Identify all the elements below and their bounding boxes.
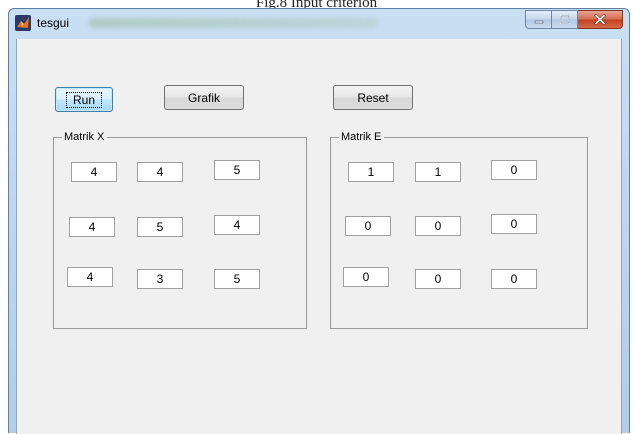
matrix-x-cell-1-1[interactable] bbox=[71, 162, 117, 182]
run-button-label: Run bbox=[65, 91, 103, 108]
close-icon bbox=[594, 14, 606, 25]
window-controls bbox=[525, 10, 623, 30]
matrix-x-cell-1-3[interactable] bbox=[214, 160, 260, 180]
matrix-x-cell-2-2[interactable] bbox=[137, 217, 183, 237]
minimize-button[interactable] bbox=[525, 10, 552, 29]
app-window: tesgui Run Grafik Reset Matrik X 4 4 5 4… bbox=[8, 8, 630, 434]
matrix-e-cell-1-1[interactable] bbox=[348, 162, 394, 182]
matrix-e-panel: Matrik E bbox=[330, 130, 588, 329]
reset-button[interactable]: Reset bbox=[333, 85, 413, 110]
window-title: tesgui bbox=[37, 16, 70, 30]
matrix-e-cell-3-1[interactable] bbox=[343, 267, 389, 287]
grafik-button[interactable]: Grafik bbox=[164, 85, 244, 110]
maximize-button[interactable] bbox=[552, 10, 578, 29]
run-button[interactable]: Run bbox=[55, 87, 113, 112]
matrix-x-title: Matrik X bbox=[62, 130, 108, 144]
matrix-x-cell-3-2[interactable] bbox=[137, 269, 183, 289]
matrix-x-cell-3-3[interactable] bbox=[214, 269, 260, 289]
matrix-e-cell-2-2[interactable] bbox=[415, 216, 461, 236]
matrix-e-cell-2-3[interactable] bbox=[491, 214, 537, 234]
maximize-icon bbox=[559, 15, 570, 24]
matrix-e-cell-1-2[interactable] bbox=[415, 162, 461, 182]
matrix-x-cell-2-3[interactable] bbox=[214, 215, 260, 235]
minimize-icon bbox=[534, 20, 543, 23]
matrix-e-cell-3-3[interactable] bbox=[491, 269, 537, 289]
blurred-path bbox=[89, 18, 379, 28]
matrix-e-cell-2-1[interactable] bbox=[345, 216, 391, 236]
figure-client-area: Run Grafik Reset Matrik X Matrik E bbox=[16, 39, 622, 434]
matrix-e-title: Matrik E bbox=[339, 130, 385, 144]
matrix-x-panel: Matrik X bbox=[53, 130, 307, 329]
matrix-e-cell-3-2[interactable] bbox=[415, 269, 461, 289]
matrix-e-cell-1-3[interactable] bbox=[491, 160, 537, 180]
matrix-x-cell-2-1[interactable] bbox=[69, 217, 115, 237]
matrix-x-cell-1-2[interactable] bbox=[137, 162, 183, 182]
matrix-x-cell-3-1[interactable] bbox=[67, 267, 113, 287]
matlab-icon bbox=[15, 15, 31, 31]
title-bar[interactable]: tesgui bbox=[9, 9, 629, 39]
close-button[interactable] bbox=[578, 10, 623, 29]
